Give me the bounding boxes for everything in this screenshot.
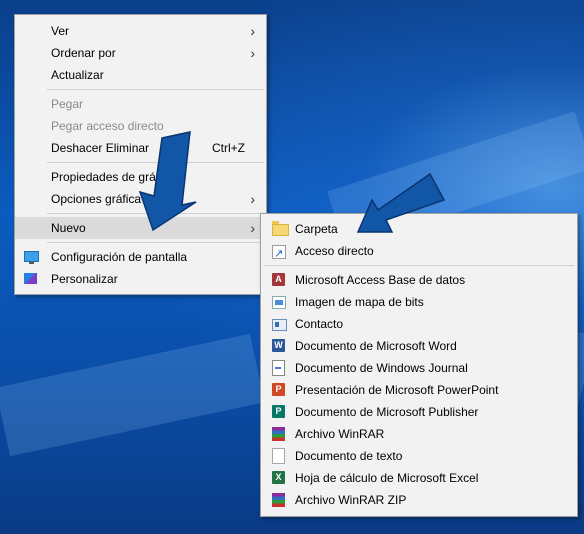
display-settings-icon xyxy=(24,251,39,264)
menu-item-label: Nuevo xyxy=(51,221,86,235)
submenu-item-bitmap[interactable]: Imagen de mapa de bits xyxy=(261,291,577,313)
access-database-icon: A xyxy=(272,273,285,286)
menu-item-ordenar-por[interactable]: Ordenar por › xyxy=(15,42,266,64)
submenu-item-access[interactable]: A Microsoft Access Base de datos xyxy=(261,269,577,291)
folder-icon xyxy=(272,221,289,236)
submenu-item-label: Acceso directo xyxy=(295,244,374,258)
chevron-right-icon: › xyxy=(250,23,255,39)
winrar-zip-icon xyxy=(272,493,285,507)
menu-item-nuevo[interactable]: Nuevo › xyxy=(15,217,266,239)
submenu-item-label: Carpeta xyxy=(295,222,338,236)
personalize-icon xyxy=(24,273,37,284)
submenu-item-label: Archivo WinRAR ZIP xyxy=(295,493,407,507)
bitmap-image-icon xyxy=(272,296,286,309)
menu-item-label: Personalizar xyxy=(51,272,118,286)
menu-separator xyxy=(47,242,264,243)
submenu-item-label: Microsoft Access Base de datos xyxy=(295,273,466,287)
light-beam xyxy=(0,333,265,457)
submenu-item-journal[interactable]: Documento de Windows Journal xyxy=(261,357,577,379)
word-document-icon: W xyxy=(272,339,285,352)
menu-item-actualizar[interactable]: Actualizar xyxy=(15,64,266,86)
submenu-item-label: Presentación de Microsoft PowerPoint xyxy=(295,383,499,397)
submenu-item-carpeta[interactable]: Carpeta xyxy=(261,218,577,240)
submenu-item-label: Documento de texto xyxy=(295,449,403,463)
publisher-icon: P xyxy=(272,405,285,418)
winrar-archive-icon xyxy=(272,427,285,441)
submenu-item-label: Imagen de mapa de bits xyxy=(295,295,424,309)
submenu-item-winrar[interactable]: Archivo WinRAR xyxy=(261,423,577,445)
submenu-item-word[interactable]: W Documento de Microsoft Word xyxy=(261,335,577,357)
menu-item-ver[interactable]: Ver › xyxy=(15,20,266,42)
menu-item-pegar-acceso-directo[interactable]: Pegar acceso directo xyxy=(15,115,266,137)
journal-document-icon xyxy=(272,360,285,376)
menu-item-opciones-graficas[interactable]: Opciones gráfica › xyxy=(15,188,266,210)
text-document-icon xyxy=(272,448,285,464)
menu-separator xyxy=(47,213,264,214)
submenu-item-texto[interactable]: Documento de texto xyxy=(261,445,577,467)
menu-separator xyxy=(47,162,264,163)
powerpoint-icon: P xyxy=(272,383,285,396)
menu-item-deshacer-eliminar[interactable]: Deshacer Eliminar Ctrl+Z xyxy=(15,137,266,159)
submenu-item-contacto[interactable]: Contacto xyxy=(261,313,577,335)
submenu-item-powerpoint[interactable]: P Presentación de Microsoft PowerPoint xyxy=(261,379,577,401)
menu-item-personalizar[interactable]: Personalizar xyxy=(15,268,266,290)
menu-item-label: Actualizar xyxy=(51,68,104,82)
menu-item-label: Opciones gráfica xyxy=(51,192,142,206)
excel-icon: X xyxy=(272,471,285,484)
contact-card-icon xyxy=(272,319,287,331)
menu-item-label: Configuración de pantalla xyxy=(51,250,188,264)
submenu-item-winrar-zip[interactable]: Archivo WinRAR ZIP xyxy=(261,489,577,511)
menu-item-propiedades-graficos[interactable]: Propiedades de grá xyxy=(15,166,266,188)
submenu-item-label: Documento de Windows Journal xyxy=(295,361,468,375)
desktop-context-menu: Ver › Ordenar por › Actualizar Pegar Peg… xyxy=(14,14,267,295)
submenu-item-label: Archivo WinRAR xyxy=(295,427,385,441)
menu-item-label: Ordenar por xyxy=(51,46,116,60)
submenu-item-label: Documento de Microsoft Word xyxy=(295,339,457,353)
submenu-item-acceso-directo[interactable]: Acceso directo xyxy=(261,240,577,265)
menu-item-shortcut: Ctrl+Z xyxy=(212,141,245,155)
menu-item-configuracion-pantalla[interactable]: Configuración de pantalla xyxy=(15,246,266,268)
menu-item-label: Deshacer Eliminar xyxy=(51,141,150,155)
menu-item-pegar[interactable]: Pegar xyxy=(15,93,266,115)
menu-separator xyxy=(47,89,264,90)
chevron-right-icon: › xyxy=(250,220,255,236)
chevron-right-icon: › xyxy=(250,45,255,61)
shortcut-icon xyxy=(272,243,286,265)
submenu-item-publisher[interactable]: P Documento de Microsoft Publisher xyxy=(261,401,577,423)
menu-item-label: Ver xyxy=(51,24,70,38)
menu-item-label: Propiedades de grá xyxy=(51,170,156,184)
chevron-right-icon: › xyxy=(250,191,255,207)
submenu-item-label: Contacto xyxy=(295,317,344,331)
menu-item-label: Pegar xyxy=(51,97,84,111)
submenu-item-label: Documento de Microsoft Publisher xyxy=(295,405,479,419)
new-submenu: Carpeta Acceso directo A Microsoft Acces… xyxy=(260,213,578,517)
submenu-item-label: Hoja de cálculo de Microsoft Excel xyxy=(295,471,479,485)
menu-item-label: Pegar acceso directo xyxy=(51,119,164,133)
menu-separator xyxy=(264,265,574,266)
submenu-item-excel[interactable]: X Hoja de cálculo de Microsoft Excel xyxy=(261,467,577,489)
